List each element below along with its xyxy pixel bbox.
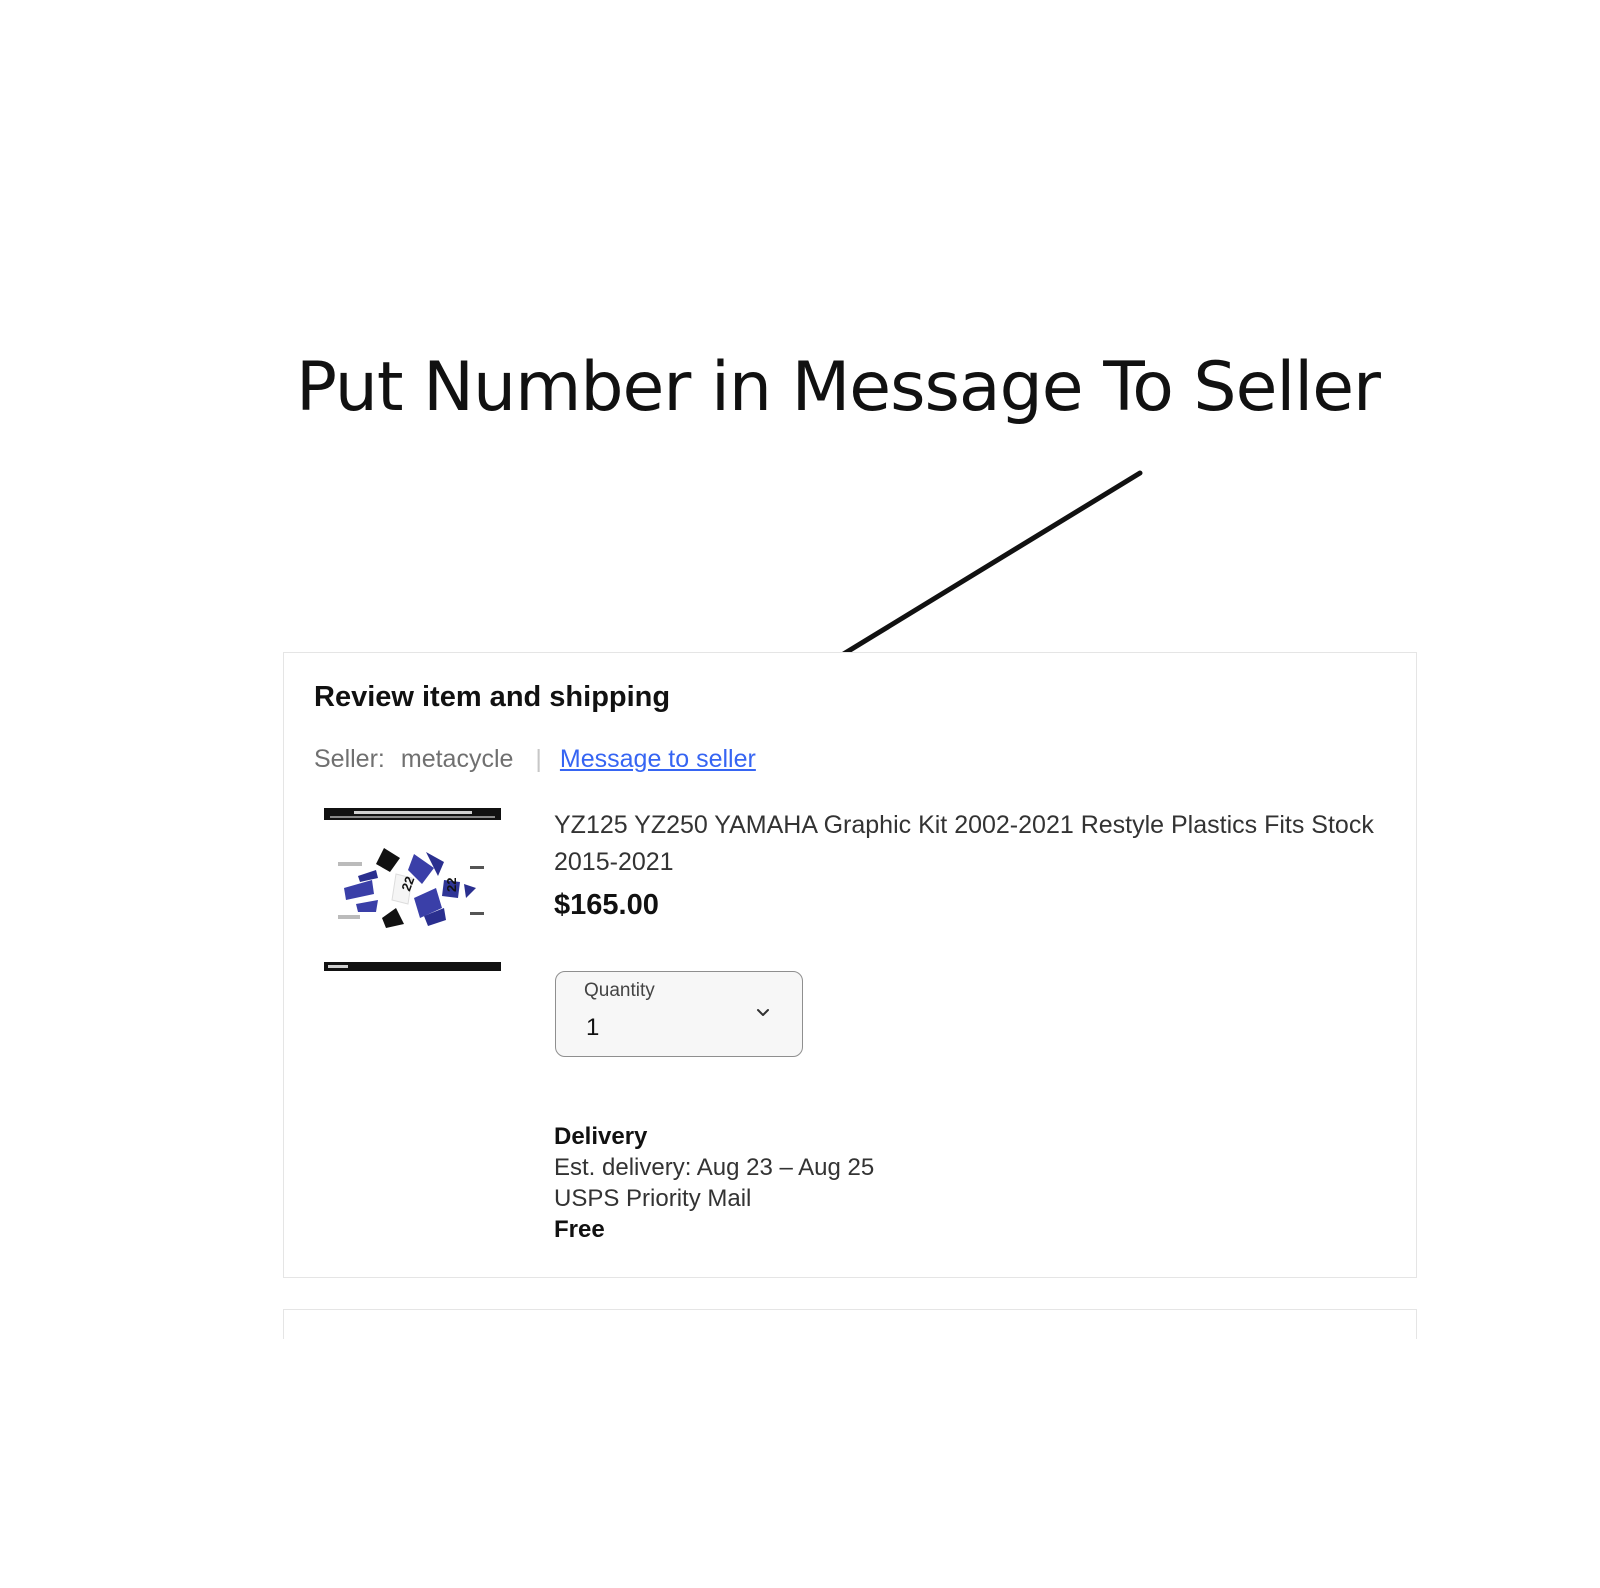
item-thumbnail[interactable]: 22 22 — [324, 808, 501, 974]
item-title[interactable]: YZ125 YZ250 YAMAHA Graphic Kit 2002-2021… — [554, 807, 1374, 881]
delivery-estimate: Est. delivery: Aug 23 – Aug 25 — [554, 1154, 875, 1181]
separator: | — [535, 745, 542, 773]
review-item-card: Review item and shipping Seller: metacyc… — [283, 652, 1417, 1278]
seller-label: Seller: — [314, 745, 385, 773]
message-to-seller-link[interactable]: Message to seller — [560, 745, 756, 774]
quantity-value: 1 — [586, 1014, 600, 1041]
quantity-label: Quantity — [584, 980, 655, 1001]
seller-name: metacycle — [400, 745, 514, 773]
next-card — [283, 1309, 1417, 1339]
delivery-heading: Delivery — [554, 1123, 648, 1150]
item-price: $165.00 — [554, 889, 659, 921]
graphic-kit-image: 22 22 — [324, 808, 501, 971]
delivery-service: USPS Priority Mail — [554, 1185, 752, 1212]
chevron-down-icon — [757, 1009, 769, 1016]
svg-text:22: 22 — [444, 878, 459, 892]
quantity-select[interactable]: Quantity 1 — [555, 971, 803, 1057]
delivery-section: Delivery Est. delivery: Aug 23 – Aug 25 … — [554, 1121, 874, 1245]
seller-row: Seller: metacycle | Message to seller — [314, 745, 756, 774]
annotation-title: Put Number in Message To Seller — [296, 348, 1381, 427]
section-title: Review item and shipping — [314, 681, 671, 713]
delivery-cost: Free — [554, 1216, 605, 1243]
